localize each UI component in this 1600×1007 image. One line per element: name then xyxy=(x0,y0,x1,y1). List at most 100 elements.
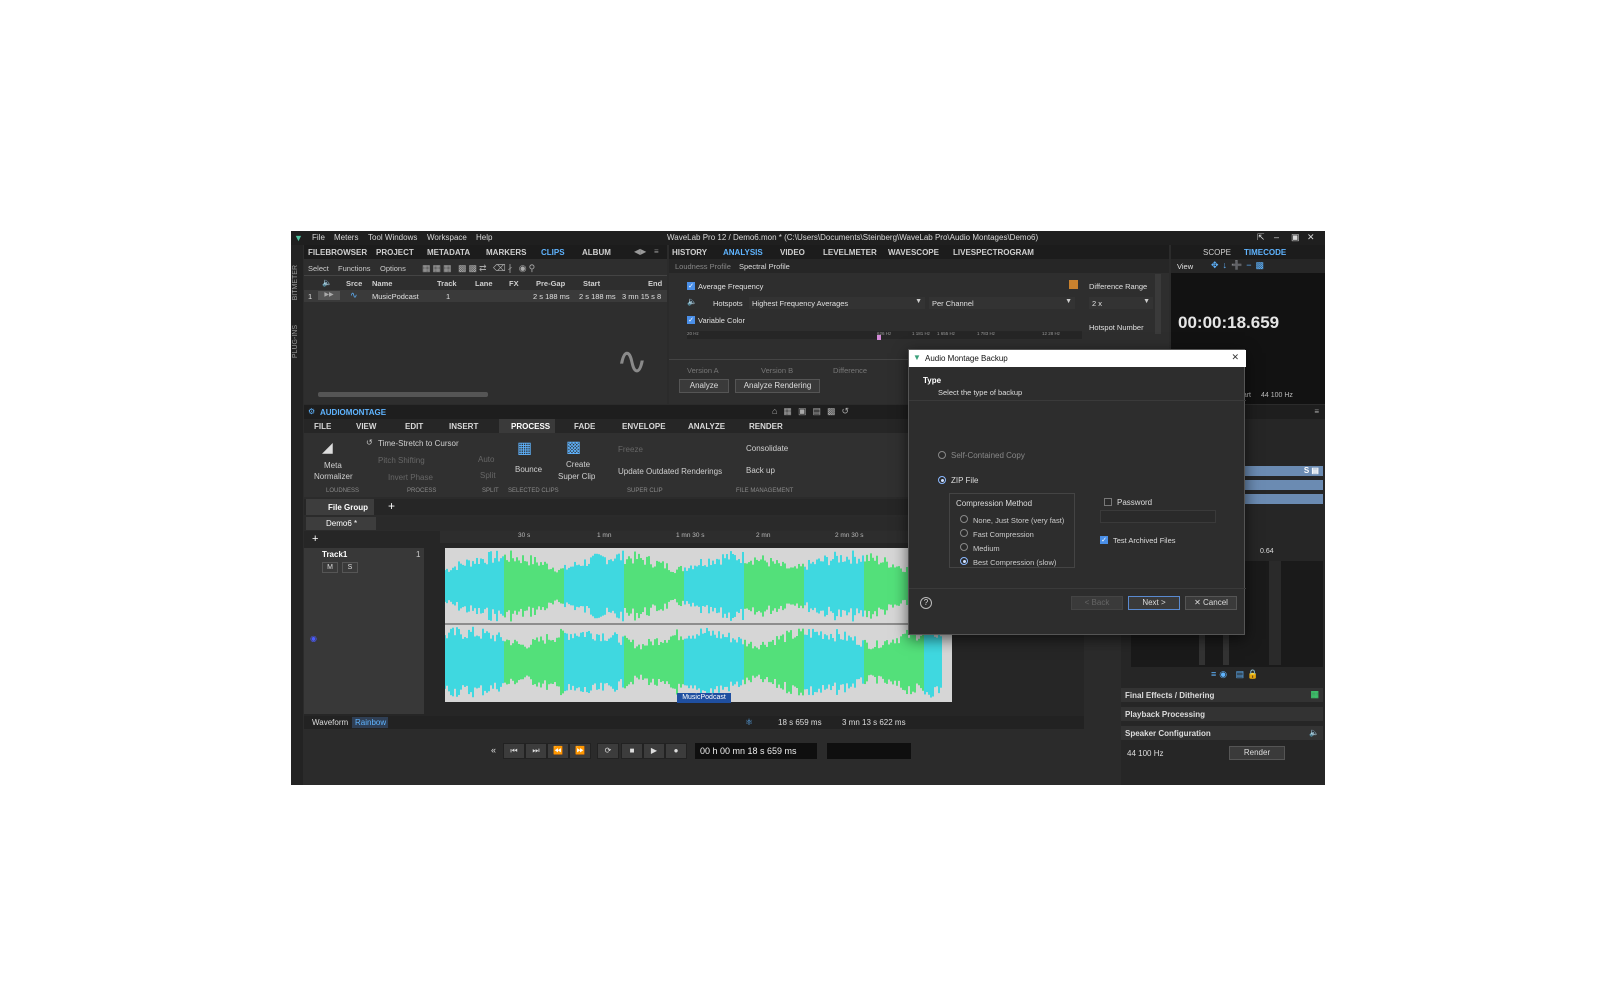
timeline-ruler[interactable]: 30 s 1 mn 1 mn 30 s 2 mn 2 mn 30 s xyxy=(440,531,950,543)
tab-scope[interactable]: SCOPE xyxy=(1203,248,1231,257)
menu-help[interactable]: Help xyxy=(476,233,492,242)
stop-button[interactable]: ■ xyxy=(621,743,643,759)
password-input[interactable] xyxy=(1100,510,1216,523)
analyze-rendering-button[interactable]: Analyze Rendering xyxy=(735,379,820,393)
add-track-icon[interactable]: + xyxy=(312,533,318,545)
difference-range-select[interactable]: 2 x ▼ xyxy=(1089,297,1153,309)
hotspots-select[interactable]: Highest Frequency Averages ▼ xyxy=(749,297,925,309)
help-icon[interactable]: ? xyxy=(920,597,932,609)
rewind-button[interactable]: ⏪ xyxy=(547,743,569,759)
analysis-scrollbar[interactable] xyxy=(1155,274,1161,334)
master-bar[interactable] xyxy=(1239,494,1323,504)
menu-workspace[interactable]: Workspace xyxy=(427,233,467,242)
loop-button[interactable]: ⟳ xyxy=(597,743,619,759)
back-button[interactable]: < Back xyxy=(1071,596,1123,610)
go-to-start-button[interactable]: ⏮ xyxy=(503,743,525,759)
add-group-icon[interactable]: + xyxy=(388,499,395,513)
clips-toolbar-icons[interactable]: ▦▦▦ ▩▩⇄ ⌫∤ ◉⚲ xyxy=(422,263,537,274)
col-srce[interactable]: Srce xyxy=(346,279,362,288)
restore-layout-icon[interactable]: ⇱ xyxy=(1257,232,1265,243)
clips-select-menu[interactable]: Select xyxy=(308,264,329,273)
speaker-config-row[interactable]: Speaker Configuration 🔈 xyxy=(1121,726,1323,740)
analyze-button[interactable]: Analyze xyxy=(679,379,729,393)
playback-processing-row[interactable]: Playback Processing xyxy=(1121,707,1323,721)
tab-timecode[interactable]: TIMECODE xyxy=(1244,248,1286,257)
audio-clip[interactable]: MusicPodcast xyxy=(444,548,952,703)
compression-option-radio[interactable] xyxy=(960,529,968,537)
tab-metadata[interactable]: METADATA xyxy=(427,248,470,257)
record-button[interactable]: ● xyxy=(665,743,687,759)
difference-select[interactable]: Difference xyxy=(833,366,867,375)
play-button[interactable]: ▶ xyxy=(643,743,665,759)
col-end[interactable]: End xyxy=(648,279,662,288)
master-bar[interactable]: S ▤ xyxy=(1239,466,1323,476)
bitmeter-tab[interactable]: BITMETER xyxy=(292,265,299,300)
panel-menu-icon[interactable]: ≡ xyxy=(1314,407,1319,416)
ribbon-tab-analyze[interactable]: ANALYZE xyxy=(688,422,725,431)
close-icon[interactable]: ✕ xyxy=(1307,232,1315,243)
solo-button[interactable]: S xyxy=(342,562,358,573)
timecode-tool-icons[interactable]: ✥↓➕−▩ xyxy=(1211,260,1268,271)
ribbon-tab-insert[interactable]: INSERT xyxy=(449,422,478,431)
col-pregap[interactable]: Pre-Gap xyxy=(536,279,565,288)
col-start[interactable]: Start xyxy=(583,279,600,288)
montage-header-icons[interactable]: ⌂▦▣▤▩↺ xyxy=(772,406,855,417)
channel-select[interactable]: Per Channel ▼ xyxy=(929,297,1075,309)
master-bar[interactable] xyxy=(1239,480,1323,490)
col-name[interactable]: Name xyxy=(372,279,392,288)
tab-filebrowser[interactable]: FILEBROWSER xyxy=(308,248,367,257)
clips-options-menu[interactable]: Options xyxy=(380,264,406,273)
col-lane[interactable]: Lane xyxy=(475,279,493,288)
ribbon-tab-envelope[interactable]: ENVELOPE xyxy=(622,422,666,431)
tab-analysis[interactable]: ANALYSIS xyxy=(723,248,763,257)
tab-scroll-icon[interactable]: ◀▶ xyxy=(634,247,646,256)
tab-wavescope[interactable]: WAVESCOPE xyxy=(888,248,939,257)
tab-video[interactable]: VIDEO xyxy=(780,248,805,257)
update-outdated-button[interactable]: Update Outdated Renderings xyxy=(618,467,722,476)
rainbow-mode-button[interactable]: Rainbow xyxy=(352,717,388,728)
tab-history[interactable]: HISTORY xyxy=(672,248,707,257)
color-swatch[interactable] xyxy=(1069,280,1078,289)
menu-meters[interactable]: Meters xyxy=(334,233,358,242)
minimize-icon[interactable]: – xyxy=(1274,232,1279,242)
pitch-shifting-button[interactable]: Pitch Shifting xyxy=(378,456,425,465)
col-fx[interactable]: FX xyxy=(509,279,519,288)
password-checkbox[interactable] xyxy=(1104,498,1112,506)
version-b-select[interactable]: Version B xyxy=(761,366,793,375)
maximize-icon[interactable]: ▣ xyxy=(1291,232,1300,243)
consolidate-button[interactable]: Consolidate xyxy=(746,444,788,453)
timecode-view-menu[interactable]: View xyxy=(1177,262,1193,271)
render-button[interactable]: Render xyxy=(1229,746,1285,760)
clips-scrollbar[interactable] xyxy=(318,392,488,397)
tab-project[interactable]: PROJECT xyxy=(376,248,414,257)
doc-tab[interactable]: Demo6 * xyxy=(306,517,376,530)
ribbon-tab-fade[interactable]: FADE xyxy=(574,422,595,431)
self-contained-radio[interactable] xyxy=(938,451,946,459)
ribbon-tab-edit[interactable]: EDIT xyxy=(405,422,423,431)
ribbon-tab-render[interactable]: RENDER xyxy=(749,422,783,431)
mute-button[interactable]: M xyxy=(322,562,338,573)
dialog-close-icon[interactable]: ✕ xyxy=(1231,352,1239,363)
back-up-button[interactable]: Back up xyxy=(746,466,775,475)
clips-functions-menu[interactable]: Functions xyxy=(338,264,371,273)
create-super-clip-label-2[interactable]: Super Clip xyxy=(558,472,595,481)
menu-file[interactable]: File xyxy=(312,233,325,242)
tab-spectral-profile[interactable]: Spectral Profile xyxy=(739,262,790,271)
tab-album[interactable]: ALBUM xyxy=(582,248,611,257)
forward-button[interactable]: ⏩ xyxy=(569,743,591,759)
col-track[interactable]: Track xyxy=(437,279,457,288)
tab-levelmeter[interactable]: LEVELMETER xyxy=(823,248,877,257)
tab-markers[interactable]: MARKERS xyxy=(486,248,526,257)
final-effects-row[interactable]: Final Effects / Dithering ▦ xyxy=(1121,688,1323,702)
tab-loudness-profile[interactable]: Loudness Profile xyxy=(675,262,731,271)
compression-option-radio[interactable] xyxy=(960,543,968,551)
compression-option-radio[interactable] xyxy=(960,515,968,523)
plugins-tab[interactable]: PLUG-INS xyxy=(292,325,299,358)
table-row[interactable]: 1 ▶▶ ∿ MusicPodcast 1 2 s 188 ms 2 s 188… xyxy=(304,290,667,302)
test-archived-checkbox[interactable]: ✓ xyxy=(1100,536,1108,544)
version-a-select[interactable]: Version A xyxy=(687,366,719,375)
freeze-button[interactable]: Freeze xyxy=(618,445,643,454)
panel-menu-icon[interactable]: ≡ xyxy=(654,247,659,256)
invert-phase-button[interactable]: Invert Phase xyxy=(388,473,433,482)
rewind-start-icon[interactable]: « xyxy=(491,745,496,755)
